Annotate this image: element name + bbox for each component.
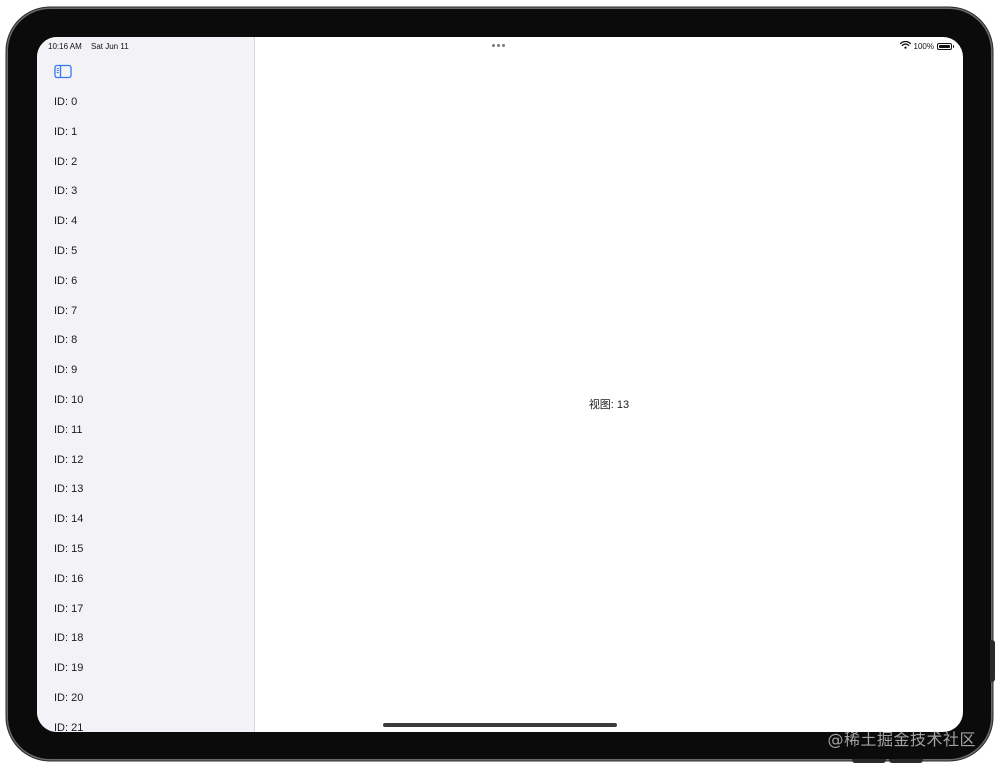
multitasking-dots-icon[interactable]: [492, 44, 505, 47]
sidebar-list: ID: 0 ID: 1 ID: 2 ID: 3 ID: 4 ID: 5 ID: 6 ID: 7…: [37, 88, 254, 732]
battery-percent: 100%: [913, 41, 934, 51]
sidebar-item[interactable]: ID: 20: [37, 684, 254, 714]
sidebar-item[interactable]: ID: 10: [37, 386, 254, 416]
sidebar-item[interactable]: ID: 21: [37, 714, 254, 732]
sidebar-item[interactable]: ID: 2: [37, 148, 254, 178]
sidebar-item[interactable]: ID: 6: [37, 267, 254, 297]
sidebar-item[interactable]: ID: 16: [37, 565, 254, 595]
home-indicator[interactable]: [383, 723, 617, 727]
sidebar-item[interactable]: ID: 5: [37, 237, 254, 267]
device-volume-button: [889, 759, 923, 763]
sidebar-item[interactable]: ID: 4: [37, 207, 254, 237]
sidebar-item[interactable]: ID: 13: [37, 475, 254, 505]
device-side-button: [990, 640, 995, 682]
wifi-icon: [899, 40, 911, 51]
sidebar-toggle-icon[interactable]: [54, 64, 74, 79]
device-volume-button: [852, 759, 886, 763]
detail-view: 视图: 13: [255, 37, 963, 732]
sidebar-item[interactable]: ID: 15: [37, 535, 254, 565]
watermark: @稀土掘金技术社区: [827, 730, 976, 749]
screen: ID: 0 ID: 1 ID: 2 ID: 3 ID: 4 ID: 5 ID: 6 ID: 7…: [37, 37, 963, 732]
detail-label: 视图: 13: [588, 399, 630, 411]
battery-icon: [937, 42, 954, 50]
sidebar: ID: 0 ID: 1 ID: 2 ID: 3 ID: 4 ID: 5 ID: 6 ID: 7…: [37, 37, 255, 732]
sidebar-item[interactable]: ID: 19: [37, 654, 254, 684]
sidebar-item[interactable]: ID: 0: [37, 88, 254, 118]
status-date: Sat Jun 11: [91, 42, 129, 51]
battery-fill: [939, 44, 950, 48]
sidebar-item[interactable]: ID: 14: [37, 505, 254, 535]
sidebar-item[interactable]: ID: 18: [37, 624, 254, 654]
sidebar-item[interactable]: ID: 11: [37, 416, 254, 446]
status-bar: 10:16 AM Sat Jun 11 100%: [37, 37, 963, 55]
status-indicators: 100%: [899, 40, 954, 51]
sidebar-item[interactable]: ID: 7: [37, 297, 254, 327]
sidebar-item[interactable]: ID: 12: [37, 446, 254, 476]
sidebar-item[interactable]: ID: 1: [37, 118, 254, 148]
sidebar-item[interactable]: ID: 9: [37, 356, 254, 386]
status-time: 10:16 AM: [48, 42, 82, 51]
sidebar-item[interactable]: ID: 8: [37, 326, 254, 356]
sidebar-item[interactable]: ID: 3: [37, 177, 254, 207]
sidebar-item[interactable]: ID: 17: [37, 595, 254, 625]
